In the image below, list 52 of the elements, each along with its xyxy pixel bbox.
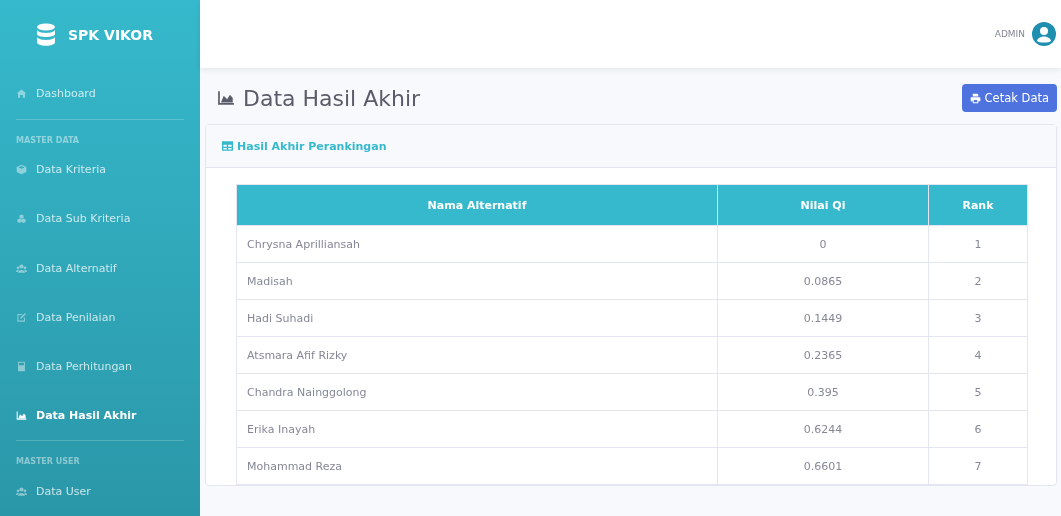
table-cell: Atsmara Afif Rizky (236, 336, 718, 374)
edit-icon (16, 311, 27, 323)
calculator-icon (16, 360, 27, 372)
table-cell: Hadi Suhadi (236, 299, 718, 337)
table-cell: 2 (928, 262, 1028, 300)
table-cell: Erika Inayah (236, 410, 718, 448)
table-cell: 3 (928, 299, 1028, 337)
print-button[interactable]: Cetak Data (961, 84, 1057, 112)
sidebar-item[interactable]: Data Perhitungan (16, 341, 184, 391)
sidebar-heading: MASTER DATA (16, 134, 81, 146)
table-icon (222, 141, 233, 151)
table-cell: 0.0865 (717, 262, 929, 300)
column-header: Rank (928, 184, 1028, 226)
sidebar-heading: MASTER USER (16, 456, 81, 467)
table-cell: 0.1449 (717, 299, 929, 337)
table-cell: 6 (928, 410, 1028, 448)
table-cell: Mohammad Reza (236, 447, 718, 485)
sidebar-item[interactable]: Data Alternatif (16, 243, 184, 293)
home-icon (16, 88, 27, 100)
table-cell: Chrysna Aprilliansah (236, 225, 718, 263)
table-cell: 0 (717, 225, 929, 263)
column-header: Nilai Qi (717, 184, 929, 226)
area-chart-icon (16, 410, 27, 422)
users-icon (16, 485, 27, 497)
column-header: Nama Alternatif (236, 184, 718, 226)
table-cell: 0.6244 (717, 410, 929, 448)
user-name: ADMIN (994, 29, 1025, 39)
table-cell: 0.6601 (717, 447, 929, 485)
area-chart-icon (217, 89, 235, 107)
table-cell: 0.395 (717, 373, 929, 411)
page-title: Data Hasil Akhir (243, 85, 421, 111)
cube-icon (16, 164, 27, 176)
database-icon (36, 22, 56, 47)
table-cell: 5 (928, 373, 1028, 411)
sidebar-item[interactable]: Data Kriteria (16, 145, 184, 195)
table-cell: 0.2365 (717, 336, 929, 374)
printer-icon (969, 92, 981, 104)
sidebar-item[interactable]: Dashboard (16, 69, 184, 119)
sidebar-item[interactable]: Data Sub Kriteria (16, 194, 184, 244)
table-cell: 4 (928, 336, 1028, 374)
users-icon (16, 262, 27, 274)
cubes-icon (16, 213, 27, 225)
sidebar-item[interactable]: Data Penilaian (16, 292, 184, 342)
sidebar-item[interactable]: Data User (16, 466, 184, 516)
brand-name: SPK VIKOR (68, 26, 153, 43)
table-cell: 7 (928, 447, 1028, 485)
sidebar-item[interactable]: Data Hasil Akhir (16, 391, 184, 441)
avatar-icon[interactable] (1032, 22, 1056, 46)
card-title: Hasil Akhir Perankingan (237, 139, 387, 153)
table-cell: 1 (928, 225, 1028, 263)
table-cell: Chandra Nainggolong (236, 373, 718, 411)
table-cell: Madisah (236, 262, 718, 300)
